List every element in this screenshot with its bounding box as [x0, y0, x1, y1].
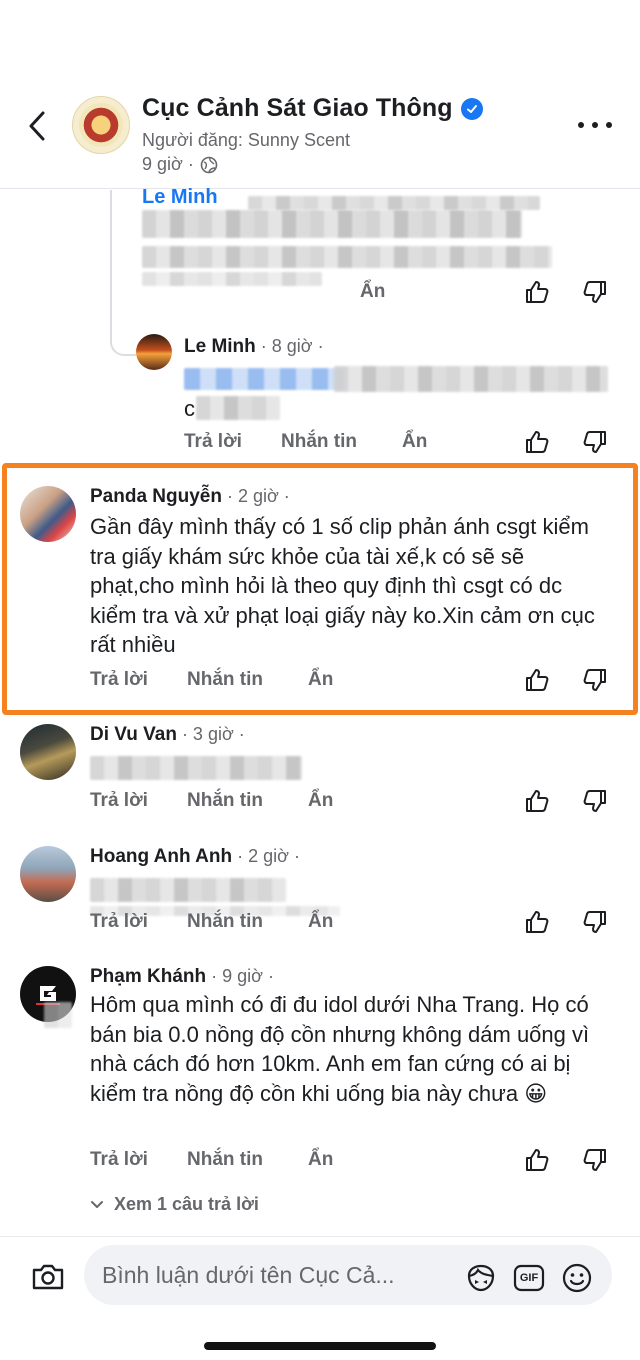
like-icon[interactable]	[524, 667, 550, 693]
more-options-icon[interactable]	[578, 116, 612, 134]
like-icon[interactable]	[524, 1147, 550, 1173]
dislike-icon[interactable]	[582, 667, 608, 693]
comment-header: Phạm Khánh · 9 giờ ·	[90, 966, 274, 988]
dislike-icon[interactable]	[582, 788, 608, 814]
hide-button[interactable]: Ẩn	[360, 281, 385, 303]
avatar[interactable]	[20, 846, 76, 902]
page-title[interactable]: Cục Cảnh Sát Giao Thông	[142, 94, 483, 123]
commenter-name[interactable]: Di Vu Van	[90, 724, 177, 745]
verified-badge-icon	[460, 97, 483, 120]
thread-line	[110, 190, 112, 340]
post-header: Cục Cảnh Sát Giao Thông Người đăng: Sunn…	[0, 0, 640, 190]
message-button[interactable]: Nhắn tin	[281, 431, 357, 453]
page-avatar[interactable]	[72, 96, 130, 154]
commenter-name[interactable]: Hoang Anh Anh	[90, 846, 232, 867]
poster-label: Người đăng: Sunny Scent	[142, 130, 350, 150]
page-name[interactable]: Cục Cảnh Sát Giao Thông	[142, 94, 453, 123]
comment-placeholder: Bình luận dưới tên Cục Cả...	[102, 1262, 395, 1288]
home-indicator	[204, 1342, 436, 1350]
comment-input[interactable]: Bình luận dưới tên Cục Cả... GIF	[84, 1245, 612, 1305]
comment-text: Hôm qua mình có đi đu idol dưới Nha Tran…	[90, 990, 620, 1108]
reply-button[interactable]: Trả lời	[90, 911, 148, 933]
blurred-text	[90, 878, 286, 902]
dislike-icon[interactable]	[582, 279, 608, 305]
hide-button[interactable]: Ẩn	[308, 911, 333, 933]
comment-header: Le Minh · 8 giờ ·	[184, 336, 324, 358]
avatar[interactable]	[20, 486, 76, 542]
chevron-down-icon	[91, 1200, 103, 1208]
like-icon[interactable]	[524, 788, 550, 814]
thread-line	[110, 320, 136, 356]
comment-time: · 2 giờ ·	[221, 486, 290, 506]
avatar[interactable]	[136, 334, 172, 370]
blurred-text	[334, 366, 608, 392]
reply-button[interactable]: Trả lời	[90, 669, 148, 691]
blurred-text	[90, 756, 302, 780]
comment-time: · 2 giờ ·	[232, 846, 300, 866]
avatar[interactable]	[20, 724, 76, 780]
hide-button[interactable]: Ẩn	[308, 1149, 333, 1171]
reply-button[interactable]: Trả lời	[184, 431, 242, 453]
comment-text: c	[184, 396, 195, 421]
hide-button[interactable]: Ẩn	[308, 669, 333, 691]
view-replies-button[interactable]: Xem 1 câu trả lời	[90, 1194, 259, 1215]
post-time-text: 9 giờ ·	[142, 154, 194, 174]
emoji-button[interactable]	[560, 1263, 594, 1293]
commenter-name[interactable]: Phạm Khánh	[90, 966, 206, 987]
like-icon[interactable]	[524, 909, 550, 935]
mention-link[interactable]: Le Minh	[142, 186, 218, 208]
blurred-text	[142, 210, 522, 238]
comment-header: Di Vu Van · 3 giờ ·	[90, 724, 245, 746]
gif-label: GIF	[519, 1272, 539, 1284]
smiley-icon	[562, 1263, 592, 1293]
blurred-text	[142, 246, 552, 268]
back-button[interactable]	[22, 108, 52, 144]
comment-header: Hoang Anh Anh · 2 giờ ·	[90, 846, 300, 868]
reply-button[interactable]: Trả lời	[90, 1149, 148, 1171]
reply-button[interactable]: Trả lời	[90, 790, 148, 812]
like-icon[interactable]	[524, 429, 550, 455]
blurred-text	[142, 272, 322, 286]
message-button[interactable]: Nhắn tin	[187, 790, 263, 812]
message-button[interactable]: Nhắn tin	[187, 911, 263, 933]
commenter-name[interactable]: Panda Nguyễn	[90, 486, 222, 507]
globe-icon	[200, 156, 218, 173]
comment-time: · 8 giờ ·	[255, 336, 324, 356]
blurred-text	[184, 368, 344, 390]
comment-composer: Bình luận dưới tên Cục Cả... GIF	[0, 1236, 640, 1360]
hide-button[interactable]: Ẩn	[402, 431, 427, 453]
comment-header: Panda Nguyễn · 2 giờ ·	[90, 486, 290, 508]
avatar-sticker-button[interactable]	[464, 1263, 498, 1293]
comment-time: · 3 giờ ·	[176, 724, 245, 744]
view-replies-label[interactable]: Xem 1 câu trả lời	[114, 1194, 259, 1215]
message-button[interactable]: Nhắn tin	[187, 669, 263, 691]
blurred-text	[248, 196, 540, 210]
comment-body: Hôm qua mình có đi đu idol dưới Nha Tran…	[90, 992, 590, 1106]
hide-button[interactable]: Ẩn	[308, 790, 333, 812]
camera-icon	[32, 1264, 64, 1290]
commenter-name[interactable]: Le Minh	[184, 336, 256, 357]
blurred-text	[196, 396, 280, 420]
camera-button[interactable]	[28, 1257, 68, 1297]
chevron-left-icon	[29, 111, 45, 141]
gif-button[interactable]: GIF	[512, 1263, 546, 1293]
blurred-text	[44, 1002, 72, 1028]
comment-text: Gần đây mình thấy có 1 số clip phản ánh …	[90, 514, 595, 657]
grinning-emoji-icon: 😀	[524, 1080, 548, 1106]
post-time: 9 giờ ·	[142, 154, 218, 175]
like-icon[interactable]	[524, 279, 550, 305]
dislike-icon[interactable]	[582, 1147, 608, 1173]
comment-time: · 9 giờ ·	[206, 966, 274, 986]
dislike-icon[interactable]	[582, 429, 608, 455]
avatar-sticker-icon	[467, 1264, 495, 1292]
message-button[interactable]: Nhắn tin	[187, 1149, 263, 1171]
dislike-icon[interactable]	[582, 909, 608, 935]
